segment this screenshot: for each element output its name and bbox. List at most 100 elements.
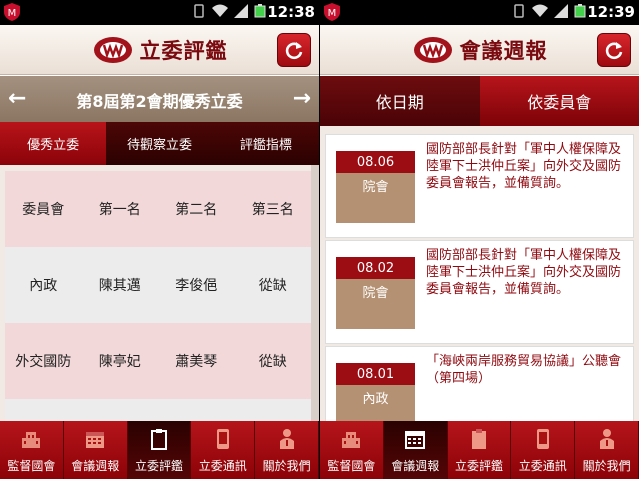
clipboard-icon xyxy=(471,429,486,449)
nav-weekly-meetings[interactable]: 會議週報 xyxy=(383,421,448,479)
cell-second: 李俊俋 xyxy=(175,278,218,294)
svg-text:M: M xyxy=(8,8,17,19)
nav-legislator-contacts[interactable]: 立委通訊 xyxy=(511,421,576,479)
meeting-description: 「海峽兩岸服務貿易協議」公聽會（第四場） xyxy=(426,354,622,386)
cell-committee: 內政 xyxy=(29,278,58,294)
table-header-row: 委員會 第一名 第二名 第三名 xyxy=(5,171,311,247)
cell-committee: 外交國防 xyxy=(15,354,72,370)
signal-icon xyxy=(554,4,568,18)
list-item[interactable]: 08.06 院會 國防部部長針對「軍中人權保障及陸軍下士洪仲丘案」向外交及國防委… xyxy=(325,134,634,238)
status-icons xyxy=(191,3,267,19)
nav-about-us[interactable]: 關於我們 xyxy=(255,421,319,479)
evaluation-subtabs: 優秀立委 待觀察立委 評鑑指標 xyxy=(0,122,319,165)
clipboard-icon xyxy=(150,429,167,450)
filter-tabs: 依日期 依委員會 xyxy=(320,76,639,126)
mcafee-icon: M xyxy=(324,3,340,21)
next-period-arrow-icon[interactable]: → xyxy=(293,86,311,111)
signal-icon xyxy=(234,4,248,18)
nav-legislator-evaluation[interactable]: 立委評鑑 xyxy=(447,421,512,479)
meeting-date: 08.06 xyxy=(336,151,415,173)
table-row[interactable]: 內政 陳其邁 李俊俋 從缺 xyxy=(5,247,311,323)
app-title: 立委評鑑 xyxy=(139,39,228,63)
meeting-description: 國防部部長針對「軍中人權保障及陸軍下士洪仲丘案」向外交及國防委員會報告，並備質詢… xyxy=(426,248,622,297)
header-second: 第二名 xyxy=(175,202,218,218)
meeting-category: 院會 xyxy=(336,173,415,223)
previous-period-arrow-icon[interactable]: ← xyxy=(8,86,26,111)
nav-monitor-congress[interactable]: 監督國會 xyxy=(0,421,64,479)
header-committee: 委員會 xyxy=(22,202,65,218)
nav-label: 關於我們 xyxy=(582,459,631,473)
tab-excellent-legislators[interactable]: 優秀立委 xyxy=(0,122,107,165)
nav-monitor-congress[interactable]: 監督國會 xyxy=(320,421,384,479)
nav-label: 立委通訊 xyxy=(198,459,247,473)
header-first: 第一名 xyxy=(98,202,141,218)
wifi-icon xyxy=(532,4,548,17)
nav-label: 監督國會 xyxy=(7,459,56,473)
battery-icon xyxy=(254,4,266,18)
nav-weekly-meetings[interactable]: 會議週報 xyxy=(63,421,128,479)
phone-icon xyxy=(536,429,549,449)
nav-label: 立委通訊 xyxy=(518,459,567,473)
tab-by-committee[interactable]: 依委員會 xyxy=(479,76,639,126)
svg-text:M: M xyxy=(328,8,337,19)
cell-third: 從缺 xyxy=(258,354,287,370)
table-row-partial xyxy=(5,399,311,421)
refresh-button[interactable] xyxy=(277,33,311,67)
vibrate-icon xyxy=(514,4,524,18)
app-logo-icon xyxy=(93,37,132,63)
vibrate-icon xyxy=(194,4,204,18)
nav-about-us[interactable]: 關於我們 xyxy=(575,421,639,479)
period-title: 第8屆第2會期優秀立委 xyxy=(76,92,243,111)
list-item[interactable]: 08.01 內政 「海峽兩岸服務貿易協議」公聽會（第四場） xyxy=(325,346,634,421)
status-time: 12:39 xyxy=(587,3,635,21)
status-icons xyxy=(511,3,587,19)
right-screen: M 12:39 會議週報 依日期 依委員會 08.06 院會 國防部部長針對「軍… xyxy=(320,0,639,479)
bottom-nav: 監督國會 會議週報 立委評鑑 立委通訊 關於我們 xyxy=(0,421,319,479)
mcafee-icon: M xyxy=(4,3,20,21)
building-icon xyxy=(342,432,361,448)
meeting-description: 國防部部長針對「軍中人權保障及陸軍下士洪仲丘案」向外交及國防委員會報告，並備質詢… xyxy=(426,142,622,191)
refresh-icon xyxy=(605,42,623,60)
status-bar: M 12:39 xyxy=(320,0,639,25)
meeting-date: 08.01 xyxy=(336,363,415,385)
cell-second: 蕭美琴 xyxy=(175,354,218,370)
table-row[interactable]: 外交國防 陳亭妃 蕭美琴 從缺 xyxy=(5,323,311,399)
nav-label: 監督國會 xyxy=(327,459,376,473)
title-bar: 立委評鑑 xyxy=(0,25,319,75)
table-scrollbar[interactable] xyxy=(311,165,319,421)
title-bar: 會議週報 xyxy=(320,25,639,75)
refresh-icon xyxy=(285,42,303,60)
wifi-icon xyxy=(212,4,228,17)
meeting-category: 院會 xyxy=(336,279,415,329)
nav-legislator-evaluation[interactable]: 立委評鑑 xyxy=(127,421,192,479)
nav-label: 關於我們 xyxy=(262,459,311,473)
tab-evaluation-criteria[interactable]: 評鑑指標 xyxy=(213,122,319,165)
app-title: 會議週報 xyxy=(459,39,548,63)
header-third: 第三名 xyxy=(251,202,294,218)
tab-by-date[interactable]: 依日期 xyxy=(320,76,480,126)
app-logo-icon xyxy=(413,37,452,63)
tab-watch-legislators[interactable]: 待觀察立委 xyxy=(106,122,212,165)
meeting-list: 08.06 院會 國防部部長針對「軍中人權保障及陸軍下士洪仲丘案」向外交及國防委… xyxy=(320,126,639,421)
phone-icon xyxy=(216,429,229,449)
cell-third: 從缺 xyxy=(258,278,287,294)
person-info-icon xyxy=(599,429,614,449)
cell-first: 陳亭妃 xyxy=(98,354,141,370)
list-item[interactable]: 08.02 院會 國防部部長針對「軍中人權保障及陸軍下士洪仲丘案」向外交及國防委… xyxy=(325,240,634,344)
period-navigator: ← 第8屆第2會期優秀立委 → xyxy=(0,76,319,122)
person-info-icon xyxy=(279,429,294,449)
status-bar: M 12:38 xyxy=(0,0,319,25)
building-icon xyxy=(22,432,41,448)
nav-label: 會議週報 xyxy=(71,459,120,473)
nav-label: 立委評鑑 xyxy=(454,459,503,473)
battery-icon xyxy=(574,4,586,18)
calendar-icon xyxy=(405,431,426,449)
nav-label: 立委評鑑 xyxy=(134,459,183,473)
nav-legislator-contacts[interactable]: 立委通訊 xyxy=(191,421,256,479)
meeting-date: 08.02 xyxy=(336,257,415,279)
bottom-nav: 監督國會 會議週報 立委評鑑 立委通訊 關於我們 xyxy=(320,421,639,479)
calendar-icon xyxy=(86,432,105,448)
ranking-table: 委員會 第一名 第二名 第三名 內政 陳其邁 李俊俋 從缺 外交國防 陳亭妃 蕭… xyxy=(0,165,319,421)
cell-first: 陳其邁 xyxy=(98,278,141,294)
refresh-button[interactable] xyxy=(597,33,631,67)
